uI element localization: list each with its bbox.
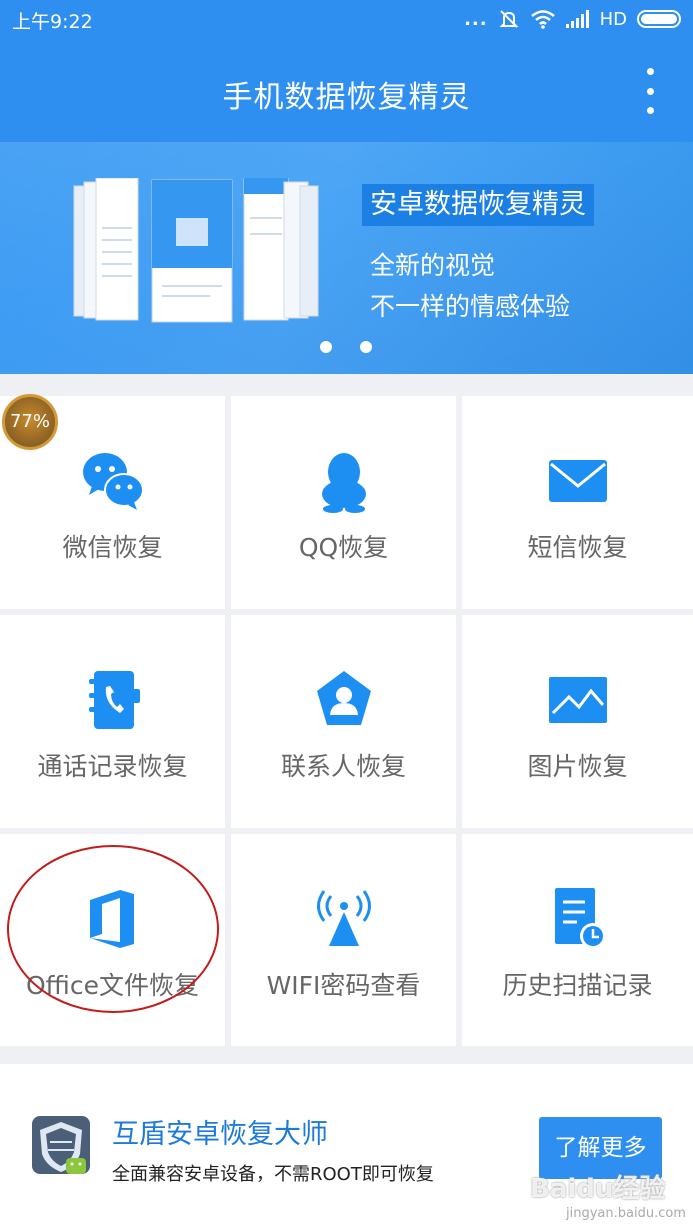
tile-scan-history[interactable]: 历史扫描记录 — [462, 834, 693, 1046]
phone-screens-illustration — [73, 178, 319, 323]
tile-label: 图片恢复 — [527, 752, 628, 781]
battery-icon — [637, 10, 681, 28]
more-options-icon[interactable] — [643, 68, 657, 114]
sms-envelope-icon — [548, 460, 607, 502]
wifi-icon — [530, 10, 555, 29]
promo-title[interactable]: 互盾安卓恢复大师 — [112, 1112, 328, 1151]
mute-icon — [499, 10, 519, 28]
history-document-icon — [554, 888, 606, 949]
tile-picture-recovery[interactable]: 图片恢复 — [462, 615, 693, 828]
banner-line-2: 不一样的情感体验 — [370, 292, 571, 321]
banner-headline: 安卓数据恢复精灵 — [362, 184, 594, 226]
floating-percent-badge[interactable]: 77% — [2, 394, 58, 450]
tile-sms-recovery[interactable]: 短信恢复 — [462, 396, 693, 609]
carousel-pager — [320, 341, 372, 353]
tile-label: 联系人恢复 — [280, 752, 406, 781]
banner-carousel[interactable]: 安卓数据恢复精灵 全新的视觉 不一样的情感体验 — [0, 142, 693, 374]
pager-dot-1[interactable] — [320, 341, 332, 353]
qq-icon — [321, 453, 366, 513]
highlight-circle-annotation — [7, 845, 219, 1013]
tile-label: 微信恢复 — [62, 533, 163, 562]
wechat-icon — [82, 453, 144, 510]
tile-label: QQ恢复 — [298, 533, 389, 562]
tile-label: 短信恢复 — [527, 533, 628, 562]
call-log-icon — [88, 671, 140, 729]
banner-line-1: 全新的视觉 — [370, 251, 496, 280]
tile-label: WIFI密码查看 — [266, 971, 421, 1000]
promo-description: 全面兼容安卓设备，不需ROOT即可恢复 — [112, 1164, 434, 1185]
picture-icon — [548, 677, 607, 723]
app-title: 手机数据恢复精灵 — [222, 80, 471, 115]
baidu-watermark: Baidu经验 — [530, 1174, 666, 1204]
tile-contacts-recovery[interactable]: 联系人恢复 — [231, 615, 456, 828]
contacts-icon — [316, 671, 371, 725]
tile-wifi-password[interactable]: WIFI密码查看 — [231, 834, 456, 1046]
status-time: 上午9:22 — [12, 11, 93, 33]
status-icons: ... HD — [464, 7, 681, 31]
pager-dot-2[interactable] — [360, 341, 372, 353]
network-type: HD — [599, 8, 627, 30]
wifi-signal-icon — [316, 890, 371, 946]
app-bar: 手机数据恢复精灵 — [0, 38, 693, 142]
signal-icon — [565, 10, 589, 28]
tile-label: 历史扫描记录 — [502, 971, 653, 1000]
notification-dots: ... — [464, 8, 488, 30]
tile-label: 通话记录恢复 — [37, 752, 188, 781]
status-bar: 上午9:22 ... HD — [0, 0, 693, 38]
tile-call-log-recovery[interactable]: 通话记录恢复 — [0, 615, 225, 828]
shield-android-app-icon — [32, 1116, 90, 1174]
tile-qq-recovery[interactable]: QQ恢复 — [231, 396, 456, 609]
baidu-watermark-url: jingyan.baidu.com — [566, 1206, 686, 1221]
